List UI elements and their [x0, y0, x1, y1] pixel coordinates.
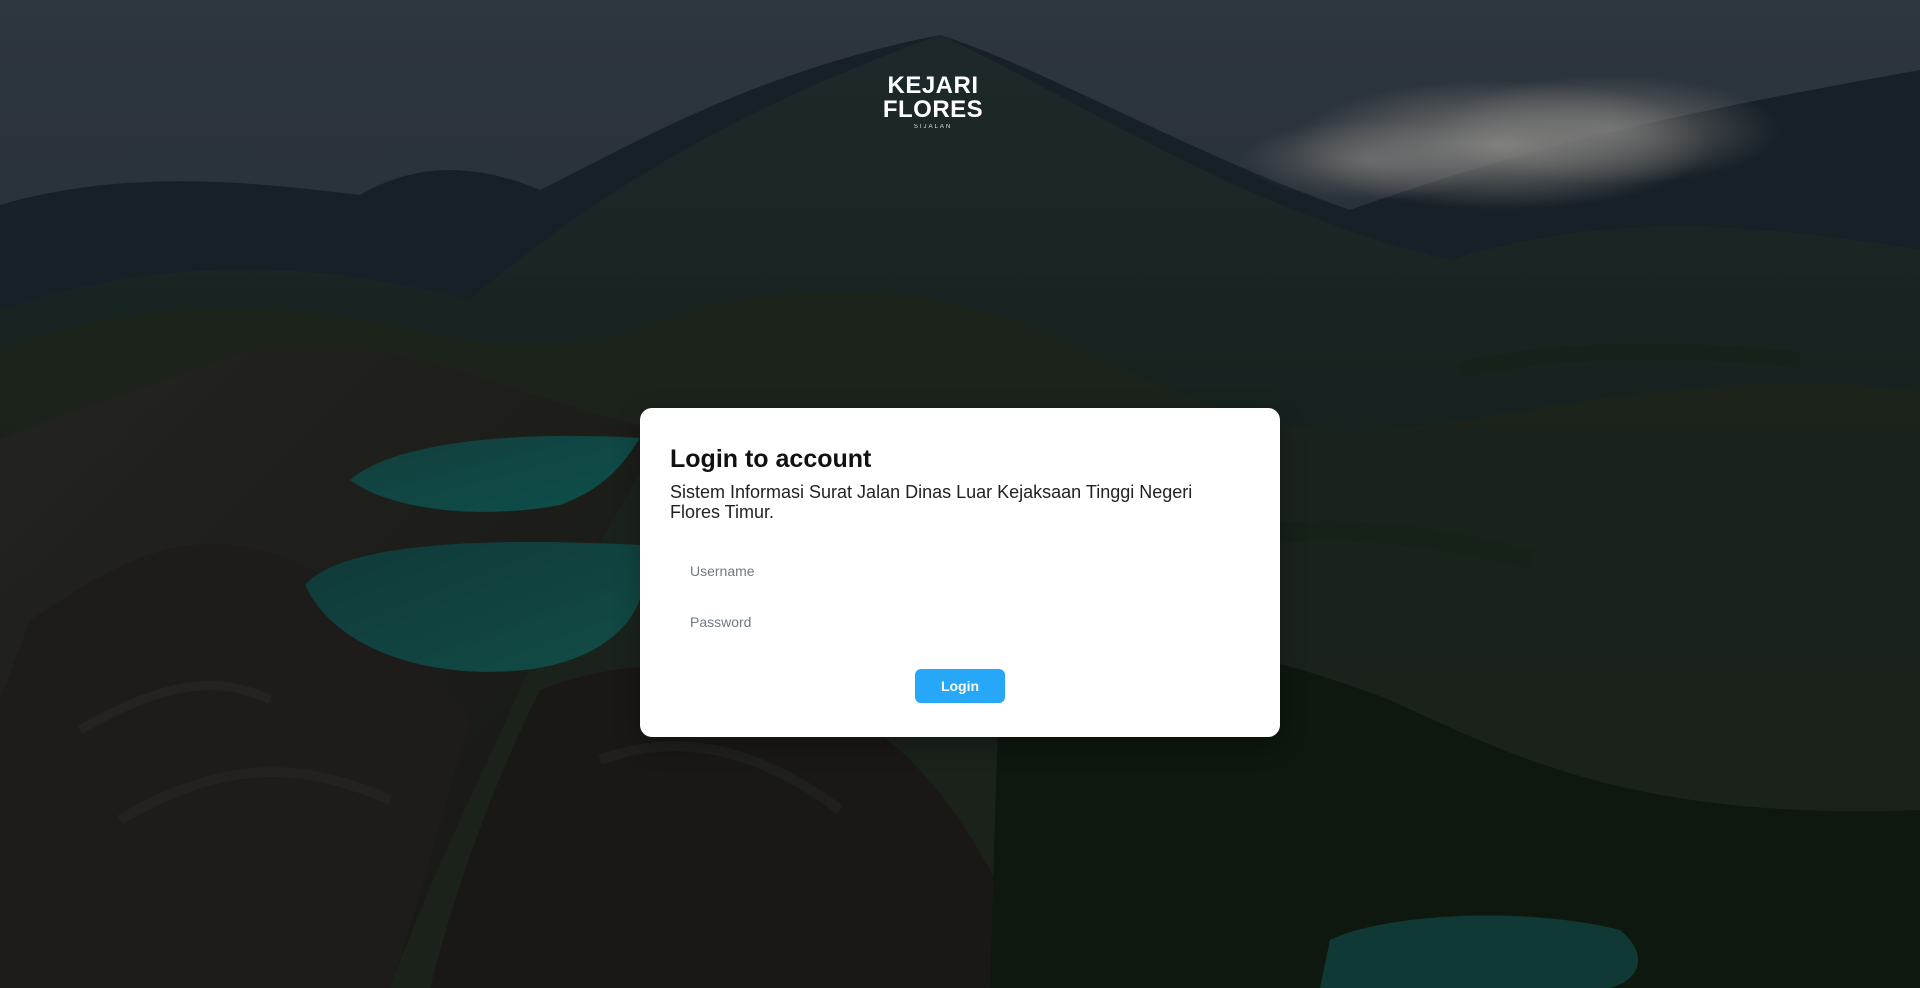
username-input[interactable]	[670, 554, 1250, 588]
password-input[interactable]	[670, 605, 1250, 639]
logo-title: KEJARI FLORES	[882, 72, 984, 123]
logo-subtitle: SIJALAN	[913, 124, 953, 130]
login-card: Login to account Sistem Informasi Surat …	[640, 408, 1280, 737]
kejari-flores-logo: KEJARI FLORES SIJALAN	[856, 74, 1010, 131]
login-description: Sistem Informasi Surat Jalan Dinas Luar …	[670, 482, 1193, 522]
login-title: Login to account	[670, 445, 872, 473]
login-page: KEJARI FLORES SIJALAN Login to account S…	[0, 0, 1920, 988]
login-button[interactable]: Login	[915, 669, 1005, 703]
